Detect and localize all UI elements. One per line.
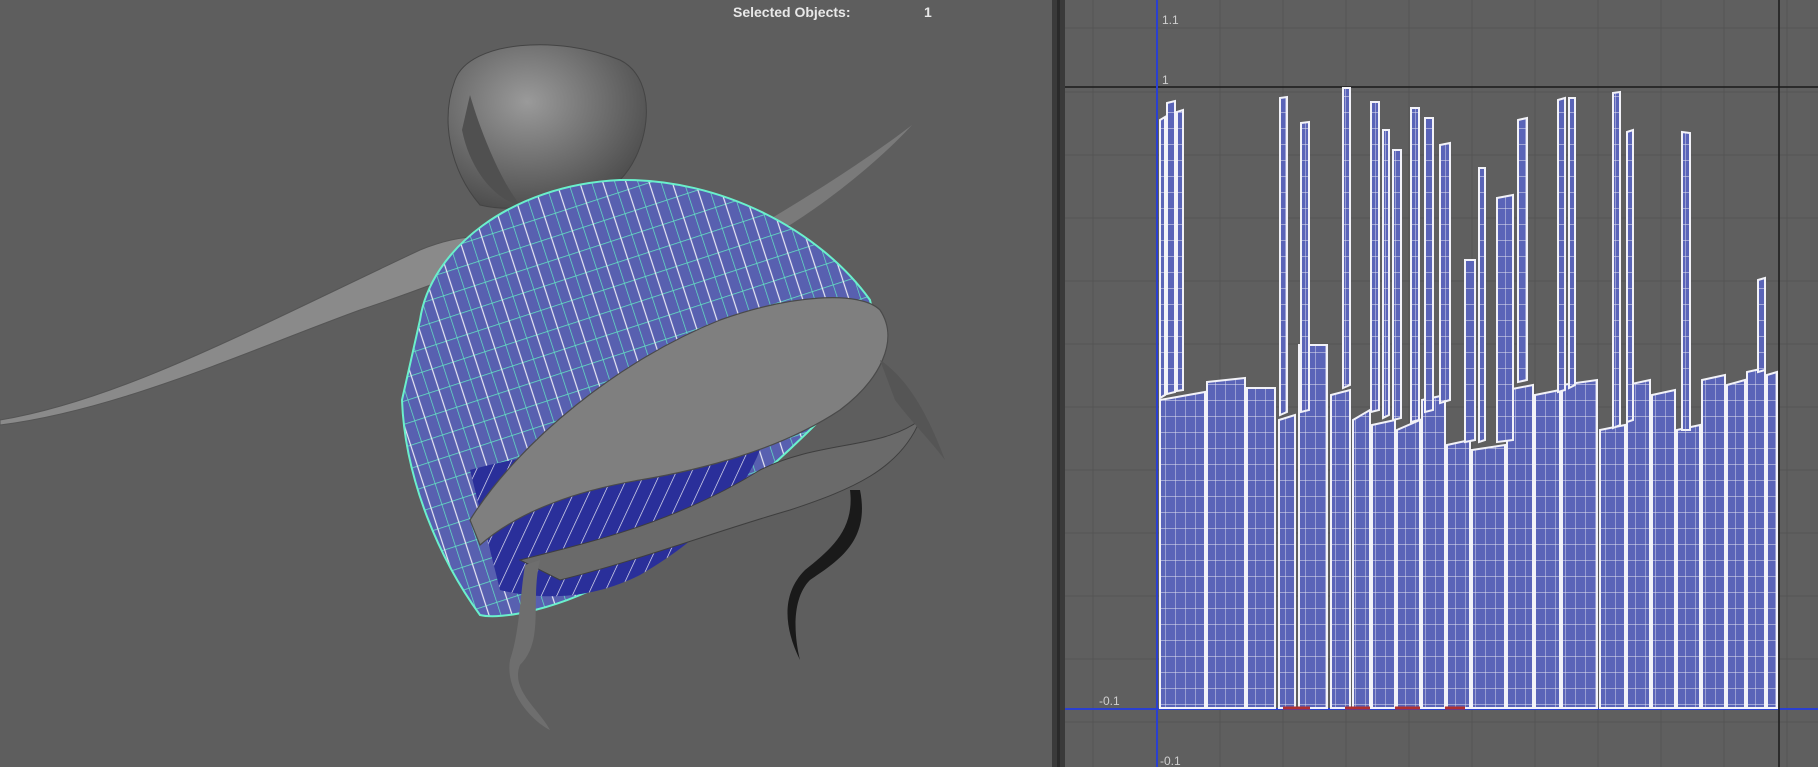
uv-grid-canvas[interactable]: 1.1 1 -0.1 -0.1 [1065, 0, 1818, 767]
uv-editor-panel[interactable]: 1.1 1 -0.1 -0.1 [1065, 0, 1818, 767]
hair-strand-right [760, 125, 912, 225]
hair-mesh-model[interactable] [0, 0, 1052, 767]
uv-label-neg-bottom: -0.1 [1160, 754, 1181, 767]
perspective-viewport[interactable]: Selected Objects: 1 [0, 0, 1052, 767]
hair-strand-hang-right [787, 490, 862, 660]
uv-label-1-1: 1.1 [1162, 13, 1179, 27]
panel-splitter[interactable] [1052, 0, 1065, 767]
uv-label-neg-left: -0.1 [1099, 694, 1120, 708]
uv-label-1: 1 [1162, 73, 1169, 87]
